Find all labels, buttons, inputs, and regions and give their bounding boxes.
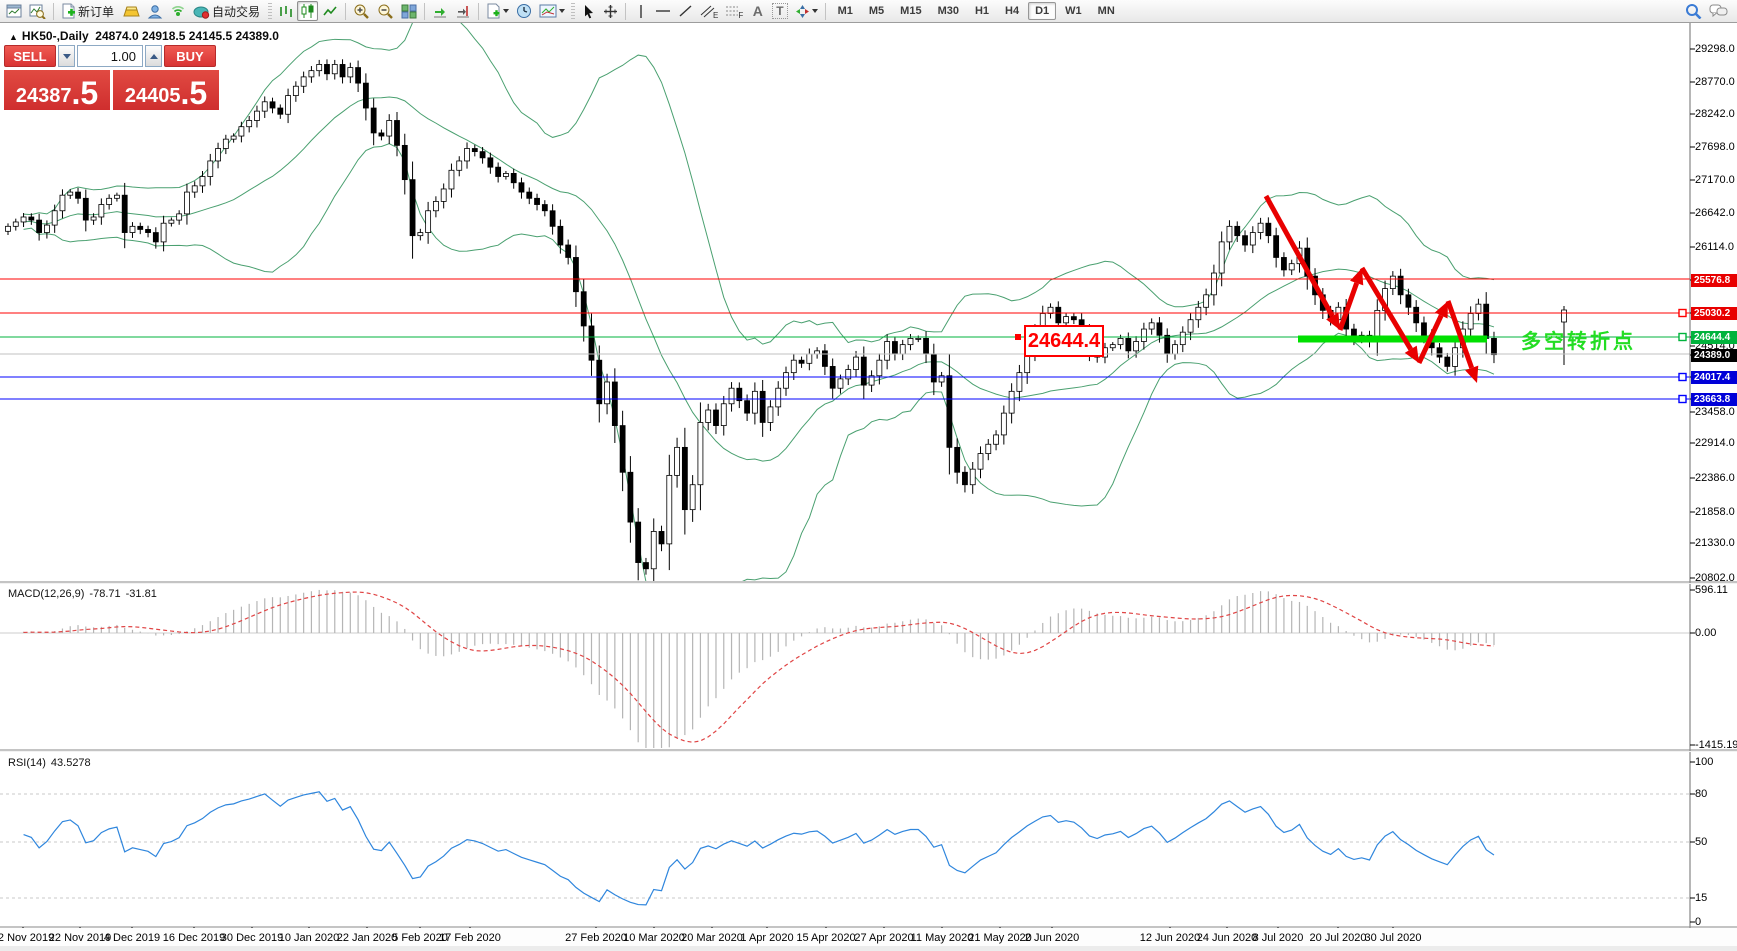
symbol-period: HK50-,Daily — [22, 29, 89, 43]
fibonacci-icon[interactable]: F — [722, 1, 746, 21]
buy-price-fraction: .5 — [180, 79, 207, 107]
new-chart-icon[interactable] — [483, 1, 512, 21]
chart-title: ▲ HK50-,Daily 24874.0 24918.5 24145.5 243… — [9, 29, 279, 43]
timeframe-button-h1[interactable]: H1 — [968, 2, 996, 20]
zoom-in-icon[interactable] — [350, 1, 373, 21]
window-bottom-strip — [0, 946, 1737, 951]
community-icon[interactable] — [144, 1, 166, 21]
toolbar-separator — [625, 3, 626, 20]
sell-button[interactable]: SELL — [4, 45, 56, 67]
rsi-name: RSI(14) — [8, 757, 46, 769]
symbol-marker-icon: ▲ — [9, 32, 18, 42]
sell-price-box[interactable]: 24387.5 — [4, 70, 110, 110]
timeframe-button-w1[interactable]: W1 — [1058, 2, 1089, 20]
equidistant-channel-icon[interactable]: E — [697, 1, 721, 21]
macd-indicator-label: MACD(12,26,9) -78.71 -31.81 — [8, 588, 162, 600]
macd-name: MACD(12,26,9) — [8, 588, 84, 600]
volume-input[interactable] — [77, 45, 143, 67]
template-icon[interactable] — [536, 1, 568, 21]
macd-value-main: -78.71 — [89, 588, 120, 600]
timeframe-group: M1M5M15M30H1H4D1W1MN — [830, 2, 1123, 20]
charts-window-icon[interactable] — [3, 1, 25, 21]
buy-price-box[interactable]: 24405.5 — [113, 70, 219, 110]
ohlc-high: 24918.5 — [142, 29, 185, 43]
toolbar: 新订单 自动交易 — [0, 0, 1737, 23]
toolbar-separator — [478, 3, 479, 20]
toolbar-separator — [424, 3, 425, 20]
autotrading-button[interactable]: 自动交易 — [190, 1, 265, 21]
autoscroll-icon[interactable] — [429, 1, 451, 21]
one-click-trading-panel: SELL BUY 24387.5 24405.5 — [4, 45, 224, 110]
trading-app-window: 新订单 自动交易 — [0, 0, 1737, 951]
channel-glyph: E — [713, 11, 718, 20]
triangle-down-icon — [63, 54, 71, 59]
text-glyph: A — [753, 3, 763, 19]
chat-icon[interactable] — [1706, 1, 1731, 21]
timeframe-button-h4[interactable]: H4 — [998, 2, 1026, 20]
horizontal-line-icon[interactable] — [652, 1, 674, 21]
vertical-line-icon[interactable] — [630, 1, 651, 21]
label-glyph: T — [772, 3, 787, 19]
buy-price: 24405 — [125, 85, 181, 107]
text-label-icon[interactable]: T — [769, 1, 790, 21]
trendline-icon[interactable] — [675, 1, 696, 21]
chart-canvas[interactable] — [0, 0, 1737, 951]
ohlc-close: 24389.0 — [236, 29, 279, 43]
turning-point-annotation[interactable]: 多空转折点 — [1521, 325, 1636, 354]
toolbar-separator — [345, 3, 346, 20]
toolbar-drag-handle[interactable] — [268, 3, 272, 19]
timeframe-button-m1[interactable]: M1 — [831, 2, 860, 20]
timeframe-button-m30[interactable]: M30 — [931, 2, 966, 20]
toolbar-separator — [825, 3, 826, 20]
volume-decrease-button[interactable] — [58, 45, 75, 67]
zoom-out-icon[interactable] — [374, 1, 397, 21]
volume-increase-button[interactable] — [145, 45, 162, 67]
timeframe-button-mn[interactable]: MN — [1091, 2, 1122, 20]
fibonacci-glyph: F — [738, 11, 743, 20]
date-axis[interactable] — [0, 928, 1737, 946]
rsi-value: 43.5278 — [51, 757, 91, 769]
gold-icon[interactable] — [120, 1, 143, 21]
ohlc-open: 24874.0 — [95, 29, 138, 43]
candlestick-chart-icon[interactable] — [297, 1, 318, 21]
signal-icon[interactable] — [167, 1, 189, 21]
new-order-label: 新订单 — [78, 3, 114, 20]
caret-down-icon — [812, 9, 818, 13]
line-chart-icon[interactable] — [319, 1, 341, 21]
caret-down-icon — [559, 9, 565, 13]
sell-price: 24387 — [16, 85, 72, 107]
cursor-icon[interactable] — [578, 1, 599, 21]
timeframe-button-m5[interactable]: M5 — [862, 2, 891, 20]
chart-shift-icon[interactable] — [452, 1, 474, 21]
arrows-shapes-icon[interactable] — [792, 1, 821, 21]
toolbar-drag-handle[interactable] — [571, 3, 575, 19]
caret-down-icon — [503, 9, 509, 13]
triangle-up-icon — [150, 54, 158, 59]
text-icon[interactable]: A — [747, 1, 768, 21]
profile-icon[interactable] — [26, 1, 49, 21]
timeframe-button-m15[interactable]: M15 — [893, 2, 928, 20]
ohlc-low: 24145.5 — [189, 29, 232, 43]
search-icon[interactable] — [1682, 1, 1705, 21]
bar-chart-icon[interactable] — [275, 1, 296, 21]
timeframe-button-d1[interactable]: D1 — [1028, 2, 1056, 20]
tile-windows-icon[interactable] — [398, 1, 420, 21]
sell-price-fraction: .5 — [71, 79, 98, 107]
autotrading-label: 自动交易 — [212, 3, 260, 20]
crosshair-icon[interactable] — [600, 1, 621, 21]
rsi-indicator-label: RSI(14) 43.5278 — [8, 757, 96, 769]
new-order-button[interactable]: 新订单 — [58, 1, 119, 21]
price-level-callout[interactable]: 24644.4 — [1024, 325, 1104, 357]
buy-button[interactable]: BUY — [164, 45, 216, 67]
toolbar-separator — [53, 3, 54, 20]
macd-value-signal: -31.81 — [126, 588, 157, 600]
clock-icon[interactable] — [513, 1, 535, 21]
